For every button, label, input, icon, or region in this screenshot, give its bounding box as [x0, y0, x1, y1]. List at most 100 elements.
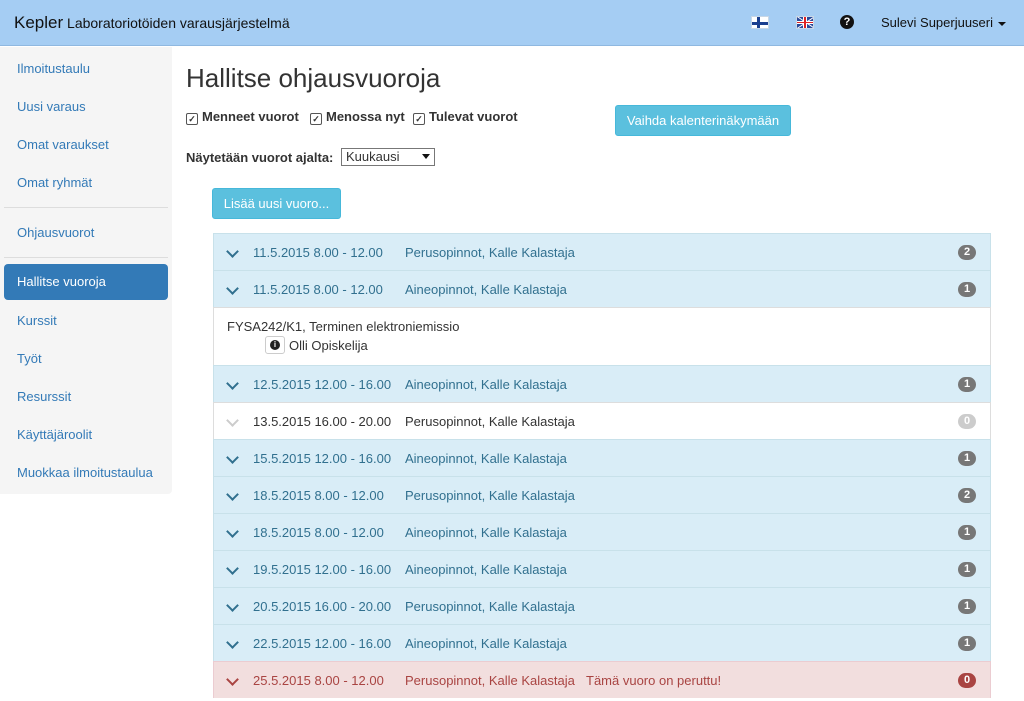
period-label: Näytetään vuorot ajalta:	[186, 150, 334, 165]
chevron-down-icon[interactable]	[226, 525, 239, 538]
shift-course: Aineopinnot, Kalle Kalastaja	[405, 636, 567, 651]
shift-course: Perusopinnot, Kalle Kalastaja	[405, 488, 575, 503]
caret-down-icon[interactable]	[998, 21, 1007, 26]
shift-list: 11.5.2015 8.00 - 12.00 Perusopinnot, Kal…	[213, 233, 991, 698]
help-icon[interactable]: ?	[840, 15, 854, 29]
shift-detail-panel: FYSA242/K1, Terminen elektroniemissio i …	[213, 307, 991, 365]
shift-date: 15.5.2015 12.00 - 16.00	[253, 451, 392, 466]
shift-date: 13.5.2015 16.00 - 20.00	[253, 414, 392, 429]
period-select[interactable]: Kuukausi	[341, 148, 435, 166]
brand-subtitle[interactable]: Laboratoriotöiden varausjärjestelmä	[67, 15, 290, 31]
shift-row[interactable]: 13.5.2015 16.00 - 20.00 Perusopinnot, Ka…	[213, 402, 991, 439]
chevron-down-icon[interactable]	[226, 562, 239, 575]
shift-course: Perusopinnot, Kalle Kalastaja	[405, 599, 575, 614]
shift-date: 20.5.2015 16.00 - 20.00	[253, 599, 392, 614]
sidebar-item-kurssit[interactable]: Kurssit	[4, 303, 168, 339]
shift-course: Aineopinnot, Kalle Kalastaja	[405, 282, 567, 297]
shift-row[interactable]: 18.5.2015 8.00 - 12.00 Aineopinnot, Kall…	[213, 513, 991, 550]
sidebar-item-muokkaa-ilmoitustaulua[interactable]: Muokkaa ilmoitustaulua	[4, 455, 168, 491]
shift-row[interactable]: 15.5.2015 12.00 - 16.00 Aineopinnot, Kal…	[213, 439, 991, 476]
sidebar-divider	[4, 257, 168, 258]
filter-upcoming-label: Tulevat vuorot	[429, 109, 518, 124]
shift-date: 18.5.2015 8.00 - 12.00	[253, 525, 384, 540]
chevron-down-icon[interactable]	[226, 414, 239, 427]
shift-row[interactable]: 19.5.2015 12.00 - 16.00 Aineopinnot, Kal…	[213, 550, 991, 587]
sidebar-item-uusi-varaus[interactable]: Uusi varaus	[4, 89, 168, 125]
page-title: Hallitse ohjausvuoroja	[186, 63, 441, 93]
reservation-count-badge: 2	[958, 245, 976, 260]
filter-current-label: Menossa nyt	[326, 109, 405, 124]
student-info-button[interactable]: i	[265, 336, 285, 354]
chevron-down-icon[interactable]	[226, 451, 239, 464]
reservation-count-badge: 1	[958, 599, 976, 614]
top-navbar: Kepler Laboratoriotöiden varausjärjestel…	[0, 0, 1024, 46]
sidebar-item-ilmoitustaulu[interactable]: Ilmoitustaulu	[4, 51, 168, 87]
user-menu[interactable]: Sulevi Superjuuseri	[881, 15, 1007, 30]
shift-course: Perusopinnot, Kalle Kalastaja	[405, 245, 575, 260]
reservation-count-badge: 1	[958, 377, 976, 392]
chevron-down-icon[interactable]	[226, 488, 239, 501]
shift-course: Perusopinnot, Kalle Kalastaja	[405, 414, 575, 429]
brand-name[interactable]: Kepler	[14, 13, 63, 32]
reservation-count-badge: 2	[958, 488, 976, 503]
checkbox-checked-icon[interactable]: ✓	[413, 113, 425, 125]
add-shift-button[interactable]: Lisää uusi vuoro...	[212, 188, 341, 219]
reservation-count-badge: 0	[958, 673, 976, 688]
shift-row[interactable]: 12.5.2015 12.00 - 16.00 Aineopinnot, Kal…	[213, 365, 991, 402]
chevron-down-icon[interactable]	[226, 377, 239, 390]
filter-current[interactable]: ✓ Menossa nyt	[310, 109, 405, 125]
reservation-count-badge: 1	[958, 451, 976, 466]
lab-work-title: FYSA242/K1, Terminen elektroniemissio	[227, 319, 460, 334]
checkbox-checked-icon[interactable]: ✓	[310, 113, 322, 125]
cancelled-note: Tämä vuoro on peruttu!	[586, 673, 722, 688]
shift-row[interactable]: 11.5.2015 8.00 - 12.00 Aineopinnot, Kall…	[213, 270, 991, 307]
dropdown-arrow-icon	[422, 154, 430, 159]
shift-date: 11.5.2015 8.00 - 12.00	[253, 245, 383, 260]
sidebar-item-hallitse-vuoroja[interactable]: Hallitse vuoroja	[4, 264, 168, 300]
shift-date: 11.5.2015 8.00 - 12.00	[253, 282, 383, 297]
sidebar-item-resurssit[interactable]: Resurssit	[4, 379, 168, 415]
shift-course: Aineopinnot, Kalle Kalastaja	[405, 525, 567, 540]
shift-course: Aineopinnot, Kalle Kalastaja	[405, 562, 567, 577]
sidebar: Ilmoitustaulu Uusi varaus Omat varaukset…	[0, 47, 172, 494]
checkbox-checked-icon[interactable]: ✓	[186, 113, 198, 125]
info-icon: i	[270, 340, 280, 350]
brand[interactable]: Kepler Laboratoriotöiden varausjärjestel…	[14, 13, 290, 33]
sidebar-item-omat-varaukset[interactable]: Omat varaukset	[4, 127, 168, 163]
shift-course: Aineopinnot, Kalle Kalastaja	[405, 451, 567, 466]
sidebar-item-kayttajaroolit[interactable]: Käyttäjäroolit	[4, 417, 168, 453]
shift-row-cancelled[interactable]: 25.5.2015 8.00 - 12.00 Perusopinnot, Kal…	[213, 661, 991, 698]
reservation-count-badge: 1	[958, 636, 976, 651]
chevron-down-icon[interactable]	[226, 245, 239, 258]
shift-row[interactable]: 22.5.2015 12.00 - 16.00 Aineopinnot, Kal…	[213, 624, 991, 661]
finnish-flag-icon[interactable]	[751, 16, 769, 29]
reservation-count-badge: 1	[958, 562, 976, 577]
filter-upcoming[interactable]: ✓ Tulevat vuorot	[413, 109, 518, 125]
chevron-down-icon[interactable]	[226, 673, 239, 686]
shift-course: Perusopinnot, Kalle Kalastaja	[405, 673, 575, 688]
shift-row[interactable]: 18.5.2015 8.00 - 12.00 Perusopinnot, Kal…	[213, 476, 991, 513]
filter-past[interactable]: ✓ Menneet vuorot	[186, 109, 299, 125]
reservation-count-badge: 0	[958, 414, 976, 429]
student-name: Olli Opiskelija	[289, 338, 368, 353]
shift-row[interactable]: 11.5.2015 8.00 - 12.00 Perusopinnot, Kal…	[213, 233, 991, 270]
shift-row[interactable]: 20.5.2015 16.00 - 20.00 Perusopinnot, Ka…	[213, 587, 991, 624]
reservation-count-badge: 1	[958, 525, 976, 540]
shift-date: 18.5.2015 8.00 - 12.00	[253, 488, 384, 503]
reservation-count-badge: 1	[958, 282, 976, 297]
shift-course: Aineopinnot, Kalle Kalastaja	[405, 377, 567, 392]
uk-flag-icon[interactable]	[796, 16, 814, 29]
sidebar-item-ohjausvuorot[interactable]: Ohjausvuorot	[4, 215, 168, 251]
chevron-down-icon[interactable]	[226, 636, 239, 649]
period-select-value: Kuukausi	[346, 149, 400, 164]
sidebar-item-omat-ryhmat[interactable]: Omat ryhmät	[4, 165, 168, 201]
shift-date: 19.5.2015 12.00 - 16.00	[253, 562, 392, 577]
sidebar-item-tyot[interactable]: Työt	[4, 341, 168, 377]
user-name[interactable]: Sulevi Superjuuseri	[881, 15, 993, 30]
switch-calendar-view-button[interactable]: Vaihda kalenterinäkymään	[615, 105, 791, 136]
shift-date: 25.5.2015 8.00 - 12.00	[253, 673, 384, 688]
sidebar-divider	[4, 207, 168, 208]
shift-date: 22.5.2015 12.00 - 16.00	[253, 636, 392, 651]
chevron-down-icon[interactable]	[226, 282, 239, 295]
chevron-down-icon[interactable]	[226, 599, 239, 612]
